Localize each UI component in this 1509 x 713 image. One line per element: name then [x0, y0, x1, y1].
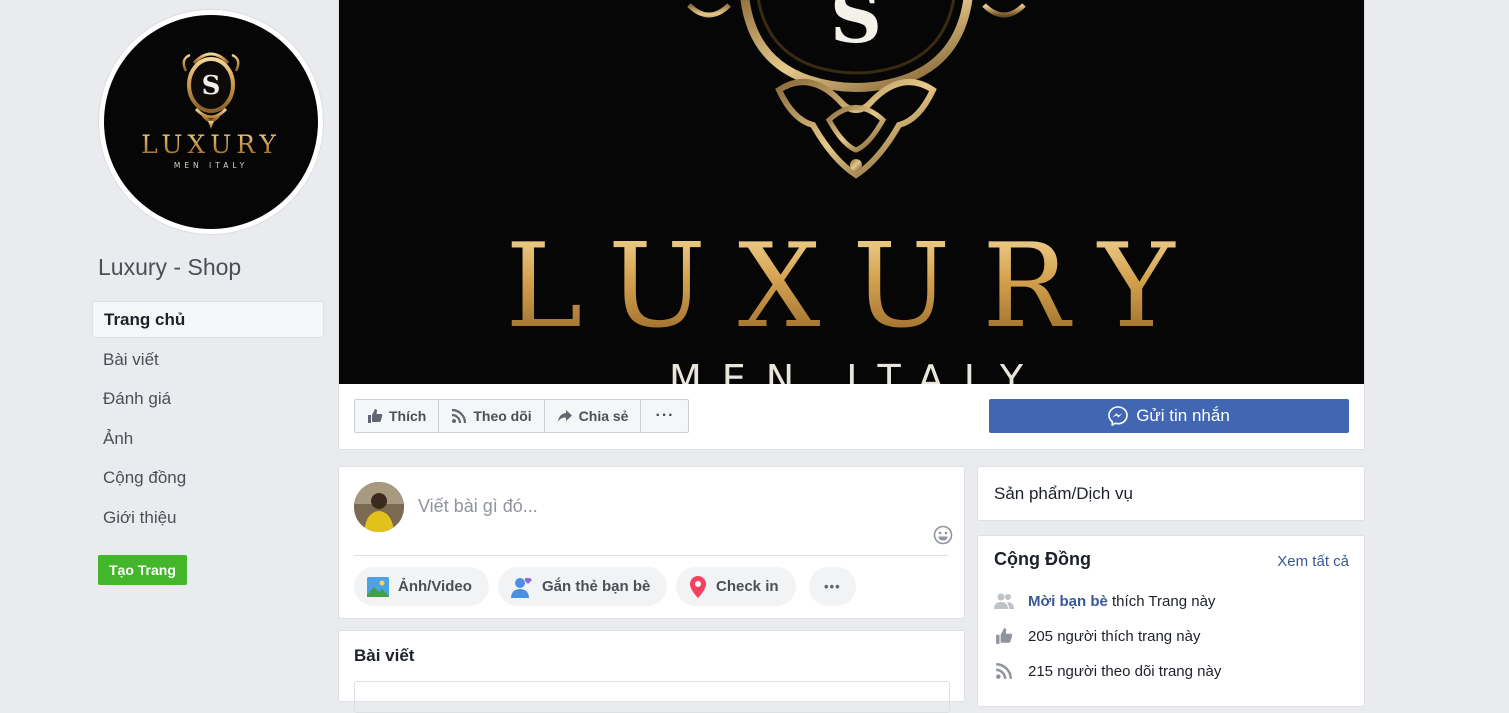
cover-brand-text: LUXURY: [505, 219, 1206, 354]
svg-text:S: S: [202, 71, 221, 101]
more-dots-icon: •••: [824, 579, 841, 594]
nav-item-reviews[interactable]: Đánh giá: [92, 380, 324, 417]
cover-card: S LUXURY MEN ITALY Thích Theo dõi Chia s…: [338, 0, 1365, 450]
more-actions-button[interactable]: ···: [641, 400, 688, 432]
create-page-button[interactable]: Tạo Trang: [98, 555, 187, 585]
thumbs-up-icon: [368, 409, 383, 423]
products-card[interactable]: Sản phẩm/Dịch vụ: [977, 466, 1365, 521]
rss-icon: [995, 663, 1012, 680]
community-card: Cộng Đồng Xem tất cả Mời bạn bè thích Tr…: [977, 535, 1365, 707]
cover-logo-icon: S LUXURY MEN ITALY: [505, 0, 1206, 384]
photo-icon: [367, 576, 389, 597]
posts-heading: Bài viết: [354, 646, 415, 665]
share-button[interactable]: Chia sẻ: [545, 400, 642, 432]
friends-icon: [994, 593, 1014, 609]
follow-label: Theo dõi: [473, 408, 532, 424]
nav-item-home[interactable]: Trang chủ: [92, 301, 324, 338]
luxury-logo-icon: S LUXURY MEN ITALY: [141, 52, 281, 170]
tag-friends-button[interactable]: Gắn thẻ bạn bè: [498, 567, 668, 606]
photo-video-label: Ảnh/Video: [398, 578, 472, 595]
nav-item-posts[interactable]: Bài viết: [92, 341, 324, 378]
location-pin-icon: [690, 575, 706, 598]
share-label: Chia sẻ: [578, 408, 629, 424]
follow-button[interactable]: Theo dõi: [439, 400, 545, 432]
left-nav: Trang chủ Bài viết Đánh giá Ảnh Cộng đồn…: [92, 301, 324, 538]
svg-text:S: S: [830, 0, 882, 59]
logo-brand-text: LUXURY: [141, 130, 281, 159]
posts-content: [354, 681, 950, 713]
follows-row: 215 người theo dõi trang này: [994, 662, 1221, 680]
composer-input[interactable]: Viết bài gì đó...: [418, 496, 538, 517]
posts-card: Bài viết: [338, 630, 965, 713]
invite-friends-text: thích Trang này: [1112, 592, 1216, 610]
composer-divider: [354, 555, 948, 556]
page-action-bar: Thích Theo dõi Chia sẻ ···: [354, 399, 690, 433]
follows-count-text: 215 người theo dõi trang này: [1028, 662, 1222, 680]
check-in-button[interactable]: Check in: [676, 567, 796, 606]
cover-tagline-text: MEN ITALY: [669, 357, 1043, 384]
tag-friends-icon: [511, 577, 532, 598]
invite-friends-link[interactable]: Mời bạn bè: [1028, 593, 1108, 610]
emoji-icon[interactable]: [933, 525, 953, 550]
nav-item-about[interactable]: Giới thiệu: [92, 499, 324, 536]
tag-friends-label: Gắn thẻ bạn bè: [542, 578, 651, 595]
check-in-label: Check in: [716, 578, 779, 595]
rss-icon: [452, 408, 467, 424]
send-message-button[interactable]: Gửi tin nhắn: [989, 399, 1349, 433]
more-dots-icon: ···: [655, 407, 675, 424]
messenger-icon: [1108, 406, 1128, 426]
products-services-link[interactable]: Sản phẩm/Dịch vụ: [994, 484, 1133, 504]
page-title[interactable]: Luxury - Shop: [98, 254, 241, 281]
community-heading: Cộng Đồng: [994, 549, 1091, 569]
more-composer-button[interactable]: •••: [809, 567, 856, 606]
cover-photo[interactable]: S LUXURY MEN ITALY: [339, 0, 1364, 384]
thumbs-up-icon: [996, 628, 1013, 644]
nav-item-photos[interactable]: Ảnh: [92, 420, 324, 457]
likes-row: 205 người thích trang này: [994, 627, 1201, 645]
like-label: Thích: [389, 408, 427, 424]
user-photo-icon: [354, 482, 404, 532]
logo-tagline-text: MEN ITALY: [174, 161, 248, 170]
nav-item-community[interactable]: Cộng đồng: [92, 459, 324, 496]
invite-friends-row: Mời bạn bè thích Trang này: [994, 592, 1215, 610]
likes-count-text: 205 người thích trang này: [1028, 627, 1201, 645]
profile-picture[interactable]: S LUXURY MEN ITALY: [99, 10, 323, 234]
like-button[interactable]: Thích: [355, 400, 440, 432]
post-composer: Viết bài gì đó... Ảnh/Video Gắn thẻ bạn …: [338, 466, 965, 619]
send-message-label: Gửi tin nhắn: [1136, 406, 1230, 425]
avatar[interactable]: [354, 482, 404, 532]
see-all-link[interactable]: Xem tất cả: [1277, 553, 1349, 570]
share-arrow-icon: [557, 410, 572, 422]
photo-video-button[interactable]: Ảnh/Video: [354, 567, 489, 606]
